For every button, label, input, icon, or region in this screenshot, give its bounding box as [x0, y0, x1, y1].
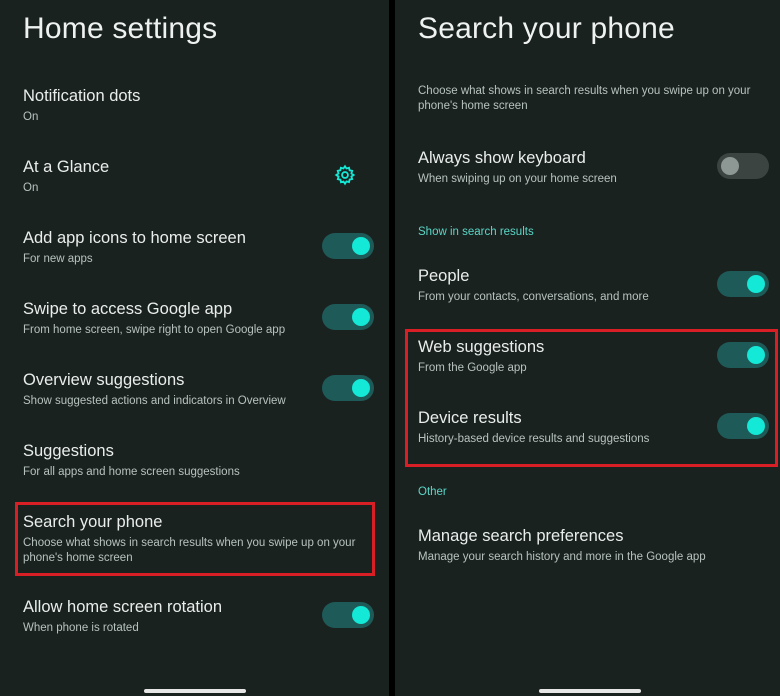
- setting-title: People: [418, 267, 470, 285]
- device-results-setting[interactable]: Device results History-based device resu…: [418, 408, 766, 447]
- setting-subtitle: Manage your search history and more in t…: [418, 551, 706, 563]
- search-your-phone-setting[interactable]: Search your phone Choose what shows in s…: [23, 512, 367, 566]
- toggle-knob: [352, 379, 370, 397]
- setting-title: Device results: [418, 409, 522, 427]
- suggestions-setting[interactable]: Suggestions For all apps and home screen…: [23, 441, 375, 480]
- setting-title: Suggestions: [23, 442, 114, 460]
- overview-suggestions-toggle[interactable]: [322, 375, 374, 401]
- section-header-other: Other: [418, 486, 447, 498]
- people-toggle[interactable]: [717, 271, 769, 297]
- setting-title: Web suggestions: [418, 338, 545, 356]
- search-description: Choose what shows in search results when…: [418, 84, 762, 114]
- toggle-knob: [352, 606, 370, 624]
- toggle-knob: [747, 417, 765, 435]
- setting-subtitle: From the Google app: [418, 362, 527, 374]
- toggle-knob: [747, 275, 765, 293]
- toggle-knob: [352, 237, 370, 255]
- setting-title: Manage search preferences: [418, 527, 624, 545]
- home-settings-screen: Home settings Notification dots On At a …: [0, 0, 389, 696]
- at-a-glance-setting[interactable]: At a Glance On: [23, 157, 375, 196]
- people-setting[interactable]: People From your contacts, conversations…: [418, 266, 766, 305]
- manage-search-preferences-setting[interactable]: Manage search preferences Manage your se…: [418, 526, 766, 565]
- setting-subtitle: Show suggested actions and indicators in…: [23, 395, 286, 407]
- setting-title: Always show keyboard: [418, 149, 586, 167]
- section-header-show-in-results: Show in search results: [418, 226, 534, 238]
- setting-subtitle: On: [23, 111, 39, 123]
- setting-subtitle: For all apps and home screen suggestions: [23, 466, 240, 478]
- notification-dots-setting[interactable]: Notification dots On: [23, 86, 375, 125]
- setting-title: Search your phone: [23, 513, 163, 531]
- gear-icon[interactable]: [334, 164, 356, 186]
- setting-subtitle: On: [23, 182, 39, 194]
- setting-subtitle: From home screen, swipe right to open Go…: [23, 324, 286, 336]
- add-app-icons-toggle[interactable]: [322, 233, 374, 259]
- page-title: Search your phone: [418, 12, 675, 45]
- home-screen-rotation-toggle[interactable]: [322, 602, 374, 628]
- gesture-nav-bar[interactable]: [539, 689, 641, 693]
- description-text: Choose what shows in search results when…: [418, 85, 751, 112]
- toggle-knob: [721, 157, 739, 175]
- setting-subtitle: When swiping up on your home screen: [418, 173, 617, 185]
- swipe-google-app-toggle[interactable]: [322, 304, 374, 330]
- setting-subtitle: From your contacts, conversations, and m…: [418, 291, 649, 303]
- setting-subtitle: When phone is rotated: [23, 622, 139, 634]
- gesture-nav-bar[interactable]: [144, 689, 246, 693]
- web-suggestions-toggle[interactable]: [717, 342, 769, 368]
- setting-title: At a Glance: [23, 158, 110, 176]
- toggle-knob: [747, 346, 765, 364]
- page-title: Home settings: [23, 12, 218, 45]
- setting-subtitle: For new apps: [23, 253, 93, 265]
- setting-title: Notification dots: [23, 87, 141, 105]
- always-show-keyboard-toggle[interactable]: [717, 153, 769, 179]
- search-your-phone-screen: Search your phone Choose what shows in s…: [395, 0, 780, 696]
- always-show-keyboard-setting[interactable]: Always show keyboard When swiping up on …: [418, 148, 766, 187]
- web-suggestions-setting[interactable]: Web suggestions From the Google app: [418, 337, 766, 376]
- device-results-toggle[interactable]: [717, 413, 769, 439]
- setting-subtitle: History-based device results and suggest…: [418, 433, 650, 445]
- setting-subtitle: Choose what shows in search results when…: [23, 537, 356, 564]
- toggle-knob: [352, 308, 370, 326]
